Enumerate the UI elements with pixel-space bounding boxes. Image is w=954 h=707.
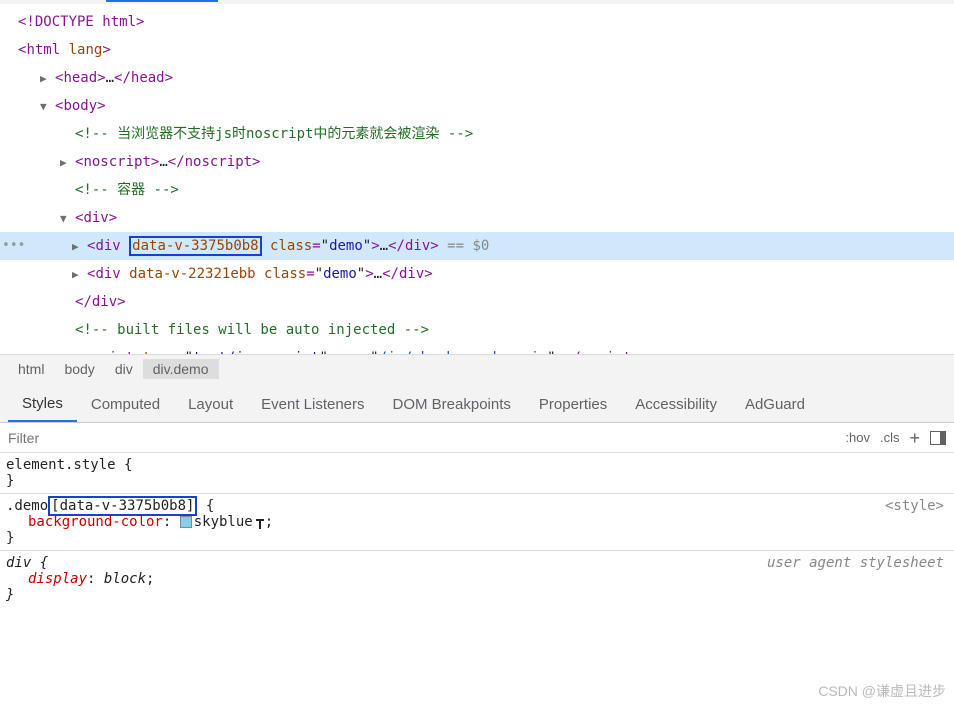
- filter-input[interactable]: [0, 426, 837, 450]
- dom-line-comment3[interactable]: <!-- built files will be auto injected -…: [0, 316, 954, 344]
- dom-line-div-open[interactable]: <div>: [0, 204, 954, 232]
- tab-computed[interactable]: Computed: [77, 390, 174, 421]
- crumb-html[interactable]: html: [8, 359, 54, 379]
- tab-layout[interactable]: Layout: [174, 390, 247, 421]
- crumb-div-demo[interactable]: div.demo: [143, 359, 219, 379]
- tab-accessibility[interactable]: Accessibility: [621, 390, 731, 421]
- cls-button[interactable]: .cls: [880, 430, 900, 445]
- dom-line-body[interactable]: <body>: [0, 92, 954, 120]
- tab-dom-breakpoints[interactable]: DOM Breakpoints: [379, 390, 525, 421]
- dom-line-div-close[interactable]: </div>: [0, 288, 954, 316]
- styles-rules: element.style { } <style> .demo[data-v-3…: [0, 453, 954, 607]
- tab-styles[interactable]: Styles: [8, 389, 77, 422]
- tab-event-listeners[interactable]: Event Listeners: [247, 390, 378, 421]
- chevron-right-icon[interactable]: [40, 67, 51, 78]
- styles-toolbar: :hov .cls +: [0, 423, 954, 453]
- chevron-down-icon[interactable]: [40, 95, 51, 106]
- hov-button[interactable]: :hov: [845, 430, 870, 445]
- dom-line-html[interactable]: <html lang>: [0, 36, 954, 64]
- watermark: CSDN @谦虚且进步: [818, 681, 946, 701]
- dom-line-inner2[interactable]: <div data-v-22321ebb class="demo">…</div…: [0, 260, 954, 288]
- rule-user-agent-div[interactable]: user agent stylesheet div { display: blo…: [0, 551, 954, 607]
- tab-adguard[interactable]: AdGuard: [731, 390, 819, 421]
- dom-line-script1[interactable]: <script type="text/javascript" src="/js/…: [0, 344, 954, 354]
- rule-origin-style[interactable]: <style>: [885, 498, 944, 514]
- chevron-down-icon[interactable]: [60, 207, 71, 218]
- rule-element-style[interactable]: element.style { }: [0, 453, 954, 494]
- color-swatch-icon[interactable]: [180, 516, 192, 528]
- rule-demo-scoped[interactable]: <style> .demo[data-v-3375b0b8] { backgro…: [0, 494, 954, 551]
- dom-line-comment1[interactable]: <!-- 当浏览器不支持js时noscript中的元素就会被渲染 -->: [0, 120, 954, 148]
- rule-origin-ua: user agent stylesheet: [767, 555, 944, 571]
- dom-line-noscript[interactable]: <noscript>…</noscript>: [0, 148, 954, 176]
- breadcrumb: html body div div.demo: [0, 354, 954, 383]
- chevron-right-icon[interactable]: [72, 263, 83, 274]
- chevron-right-icon[interactable]: [72, 235, 83, 246]
- elements-panel[interactable]: <!DOCTYPE html> <html lang> <head>…</hea…: [0, 4, 954, 354]
- dom-line-comment2[interactable]: <!-- 容器 -->: [0, 176, 954, 204]
- tab-properties[interactable]: Properties: [525, 390, 621, 421]
- styles-tabs: Styles Computed Layout Event Listeners D…: [0, 383, 954, 423]
- panel-toggle-icon[interactable]: [930, 431, 946, 445]
- dom-line-selected[interactable]: ••• <div data-v-3375b0b8 class="demo">…<…: [0, 232, 954, 260]
- crumb-body[interactable]: body: [54, 359, 104, 379]
- plus-icon[interactable]: +: [909, 429, 920, 447]
- dom-line-head[interactable]: <head>…</head>: [0, 64, 954, 92]
- ellipsis-icon[interactable]: •••: [2, 234, 25, 258]
- dom-line-doctype[interactable]: <!DOCTYPE html>: [0, 8, 954, 36]
- crumb-div[interactable]: div: [105, 359, 143, 379]
- chevron-right-icon[interactable]: [60, 151, 71, 162]
